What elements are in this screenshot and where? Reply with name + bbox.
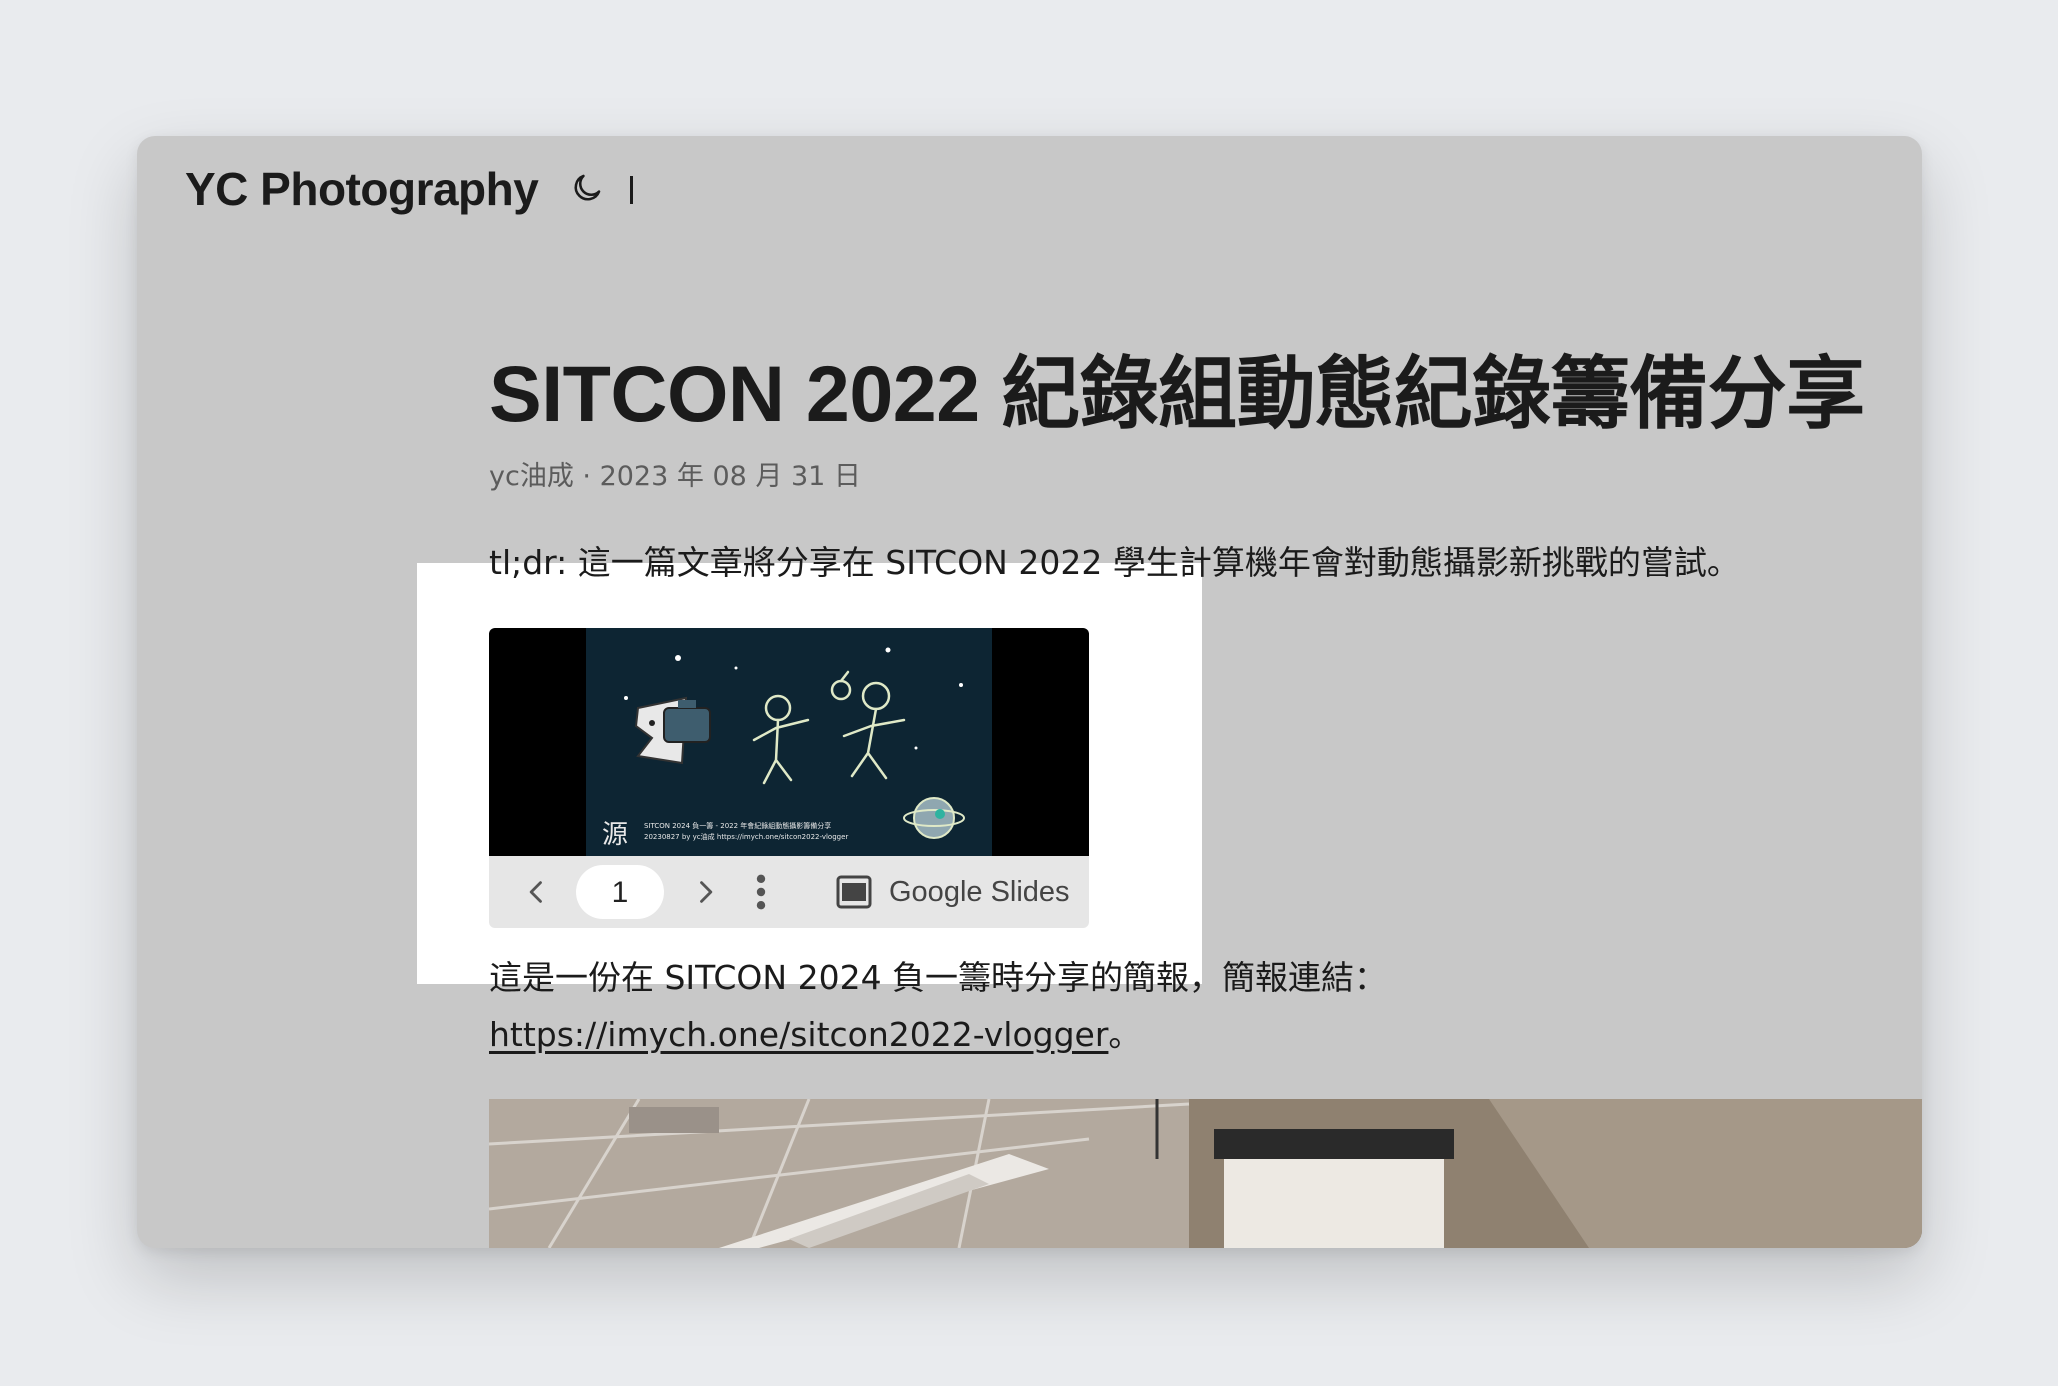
- browser-window: YC Photography SITCON 2022 紀錄組動態紀錄籌備分享 y…: [137, 136, 1922, 1248]
- post-photo: [489, 1099, 1922, 1248]
- meta-separator: ·: [573, 461, 600, 492]
- more-vert-icon[interactable]: [755, 874, 767, 910]
- thumbnail-caption-line1: SITCON 2024 負一籌 - 2022 年會紀錄組動態攝影籌備分享: [644, 821, 831, 830]
- page-number[interactable]: 1: [576, 865, 664, 919]
- post-meta: yc油成 · 2023 年 08 月 31 日: [489, 454, 861, 493]
- nav-separator: [630, 176, 633, 204]
- link-line: https://imych.one/sitcon2022-vlogger。: [489, 1008, 1141, 1056]
- post-author: yc油成: [489, 461, 574, 492]
- chevron-right-icon[interactable]: [691, 878, 719, 906]
- slides-link[interactable]: https://imych.one/sitcon2022-vlogger: [489, 1015, 1108, 1054]
- classroom-photo: [489, 1099, 1922, 1248]
- thumbnail-caption-line2: 20230827 by yc油成 https://imych.one/sitco…: [644, 832, 848, 841]
- post-date: 2023 年 08 月 31 日: [599, 461, 861, 492]
- site-title[interactable]: YC Photography: [185, 166, 539, 212]
- slide-viewport[interactable]: 源 SITCON 2024 負一籌 - 2022 年會紀錄組動態攝影籌備分享 2…: [489, 628, 1089, 856]
- slide-thumbnail: 源 SITCON 2024 負一籌 - 2022 年會紀錄組動態攝影籌備分享 2…: [586, 628, 992, 856]
- slides-controls: 1 Google Slides: [489, 856, 1089, 928]
- post-paragraph: 這是一份在 SITCON 2024 負一籌時分享的簡報，簡報連結：: [489, 958, 1388, 997]
- post-title: SITCON 2022 紀錄組動態紀錄籌備分享: [489, 349, 1865, 438]
- tldr-text: tl;dr: 這一篇文章將分享在 SITCON 2022 學生計算機年會對動態攝…: [489, 543, 1740, 582]
- google-slides-icon[interactable]: [836, 875, 872, 909]
- link-suffix: 。: [1108, 1015, 1142, 1054]
- google-slides-label[interactable]: Google Slides: [889, 875, 1070, 909]
- google-slides-embed[interactable]: 源 SITCON 2024 負一籌 - 2022 年會紀錄組動態攝影籌備分享 2…: [489, 628, 1089, 928]
- thumbnail-logo: 源: [602, 820, 628, 850]
- moon-icon[interactable]: [570, 171, 604, 205]
- chevron-left-icon[interactable]: [523, 878, 551, 906]
